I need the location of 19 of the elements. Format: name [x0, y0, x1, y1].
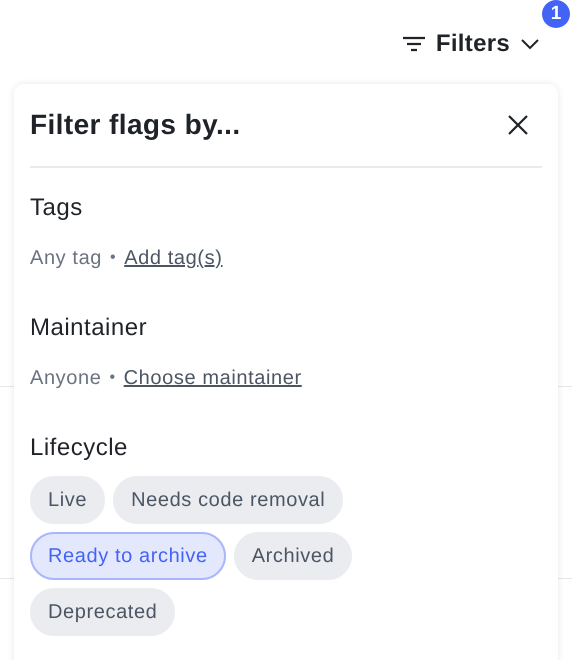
lifecycle-chip[interactable]: Archived — [234, 532, 352, 580]
section-label: Maintainer — [30, 313, 148, 343]
choose-link[interactable]: Add tag(s) — [124, 244, 222, 272]
count-badge: 1 — [542, 0, 570, 28]
filters-button[interactable]: Filters — [402, 26, 540, 62]
lifecycle-chip[interactable]: Live — [30, 476, 106, 524]
choose-link[interactable]: Choose maintainer — [124, 364, 302, 392]
section-label: Tags — [30, 193, 84, 223]
separator-dot: • — [109, 368, 116, 388]
lifecycle-chip[interactable]: Deprecated — [30, 588, 176, 636]
section-label: Lifecycle — [30, 433, 129, 463]
current-value: Anyone — [30, 366, 102, 391]
filter-icon — [402, 36, 426, 52]
lifecycle-chip[interactable]: Ready to archive — [30, 532, 226, 580]
chevron-down-icon — [520, 38, 540, 50]
separator-dot: • — [110, 248, 116, 268]
panel-title: Filter flags by... — [30, 108, 241, 142]
current-value: Any tag — [30, 246, 102, 271]
lifecycle-chip[interactable]: Needs code removal — [113, 476, 344, 524]
